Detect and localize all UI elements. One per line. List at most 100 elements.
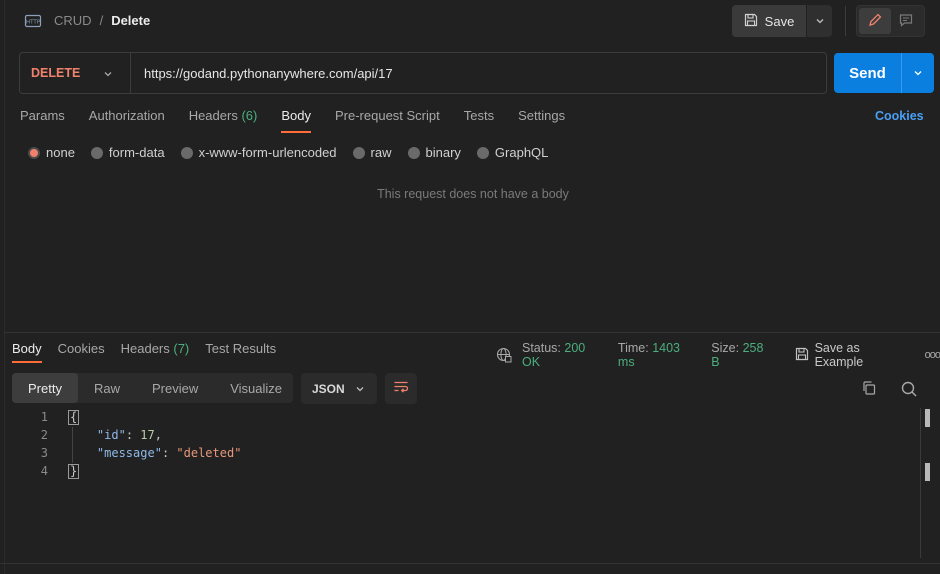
url-input[interactable]: https://godand.pythonanywhere.com/api/17	[131, 66, 393, 81]
save-button[interactable]: Save	[732, 5, 806, 37]
left-border	[4, 0, 5, 574]
radio-binary[interactable]: binary	[407, 145, 461, 160]
radio-none[interactable]: none	[28, 145, 75, 160]
radio-dot	[28, 146, 40, 159]
code-line: 3 "message": "deleted"	[0, 444, 920, 462]
breadcrumb-collection[interactable]: CRUD	[54, 13, 92, 28]
request-title[interactable]: Delete	[111, 13, 150, 28]
json-value: "deleted"	[176, 446, 242, 460]
format-select[interactable]: JSON	[301, 373, 377, 404]
response-tab-headers[interactable]: Headers (7)	[121, 341, 190, 363]
radio-graphql[interactable]: GraphQL	[476, 145, 549, 160]
save-icon	[744, 13, 758, 30]
tab-headers-label: Headers	[188, 108, 238, 123]
send-group: Send	[834, 53, 934, 93]
tab-params[interactable]: Params	[20, 108, 65, 132]
radio-label: none	[46, 145, 75, 160]
scrollbar-track[interactable]	[920, 408, 921, 558]
tab-body[interactable]: Body	[281, 108, 311, 133]
scroll-marker	[925, 463, 930, 481]
view-pretty[interactable]: Pretty	[12, 373, 78, 403]
line-number: 3	[40, 446, 48, 460]
format-label: JSON	[312, 381, 345, 396]
radio-label: binary	[425, 145, 461, 160]
status-bar-divider	[0, 563, 940, 564]
header-divider	[845, 6, 846, 36]
response-tab-body[interactable]: Body	[12, 341, 42, 363]
svg-text:HTTP: HTTP	[26, 20, 41, 26]
view-visualize[interactable]: Visualize	[214, 373, 298, 403]
json-trailing: ,	[154, 428, 162, 442]
view-preview[interactable]: Preview	[136, 373, 214, 403]
radio-dot	[180, 146, 193, 159]
pane-splitter[interactable]	[4, 332, 940, 333]
chevron-down-icon	[913, 66, 923, 81]
response-body-code[interactable]: 1 { 2 "id": 17, 3 "message": "deleted" 4…	[0, 408, 920, 480]
save-as-example-label: Save as Example	[814, 341, 864, 369]
response-tab-cookies[interactable]: Cookies	[58, 341, 105, 363]
send-options-button[interactable]	[901, 53, 934, 93]
chevron-down-icon	[103, 68, 113, 82]
chevron-down-icon	[355, 383, 365, 397]
response-meta: Status: 200 OK Time: 1403 ms Size: 258 B…	[496, 341, 940, 369]
wrap-icon	[393, 380, 409, 397]
tab-tests[interactable]: Tests	[464, 108, 494, 132]
radio-label: raw	[370, 145, 392, 160]
line-number: 2	[40, 428, 48, 442]
radio-raw[interactable]: raw	[352, 145, 392, 160]
save-as-example-button[interactable]: Save as Example	[795, 341, 911, 369]
save-group: Save	[732, 5, 832, 37]
code-content: "message": "deleted"	[96, 446, 242, 460]
response-tabs: Body Cookies Headers (7) Test Results	[12, 341, 292, 363]
radio-dot	[352, 146, 365, 159]
breadcrumb: CRUD / Delete	[54, 13, 150, 28]
code-line: 4 }	[0, 462, 920, 480]
line-number: 1	[40, 410, 48, 424]
view-mode-tabs: Pretty Raw Preview Visualize	[12, 373, 293, 403]
indent-guide	[72, 427, 73, 463]
comment-icon	[899, 13, 913, 30]
copy-icon[interactable]	[861, 380, 877, 399]
code-content: {	[68, 409, 80, 425]
more-options-icon[interactable]: ooo	[925, 349, 940, 361]
response-time[interactable]: Time: 1403 ms	[618, 341, 699, 369]
code-line: 1 {	[0, 408, 920, 426]
status-label: Status:	[522, 341, 561, 355]
tab-authorization[interactable]: Authorization	[89, 108, 165, 132]
code-content: "id": 17,	[96, 428, 162, 442]
tab-settings[interactable]: Settings	[518, 108, 565, 132]
edit-mode-button[interactable]	[859, 8, 891, 34]
json-key: "message"	[96, 446, 162, 460]
radio-x-www-form-urlencoded[interactable]: x-www-form-urlencoded	[180, 145, 337, 160]
wrap-lines-button[interactable]	[385, 373, 417, 404]
radio-label: x-www-form-urlencoded	[198, 145, 337, 160]
save-label: Save	[764, 13, 795, 29]
radio-form-data[interactable]: form-data	[90, 145, 165, 160]
pencil-icon	[868, 13, 882, 30]
cookies-link[interactable]: Cookies	[875, 109, 924, 123]
view-raw[interactable]: Raw	[78, 373, 136, 403]
scroll-marker	[925, 409, 930, 427]
method-select[interactable]: DELETE	[20, 53, 131, 93]
line-number: 4	[40, 464, 48, 478]
comments-button[interactable]	[891, 8, 923, 34]
response-size[interactable]: Size: 258 B	[711, 341, 774, 369]
url-bar: DELETE https://godand.pythonanywhere.com…	[19, 52, 827, 94]
network-globe-icon[interactable]	[496, 347, 512, 363]
search-icon[interactable]	[900, 380, 918, 401]
response-status[interactable]: Status: 200 OK	[522, 341, 606, 369]
radio-label: GraphQL	[494, 145, 549, 160]
body-type-radios: none form-data x-www-form-urlencoded raw…	[28, 145, 564, 160]
code-content: }	[68, 463, 80, 479]
radio-dot	[90, 146, 103, 159]
tab-pre-request-script[interactable]: Pre-request Script	[335, 108, 440, 132]
close-brace: }	[68, 463, 80, 479]
response-tab-headers-label: Headers	[120, 341, 170, 356]
chevron-down-icon	[815, 14, 825, 29]
tab-headers[interactable]: Headers (6)	[189, 108, 258, 132]
response-tab-test-results[interactable]: Test Results	[205, 341, 276, 363]
send-button[interactable]: Send	[834, 53, 901, 93]
method-label: DELETE	[31, 66, 81, 80]
save-options-button[interactable]	[807, 5, 832, 37]
radio-dot	[476, 146, 489, 159]
